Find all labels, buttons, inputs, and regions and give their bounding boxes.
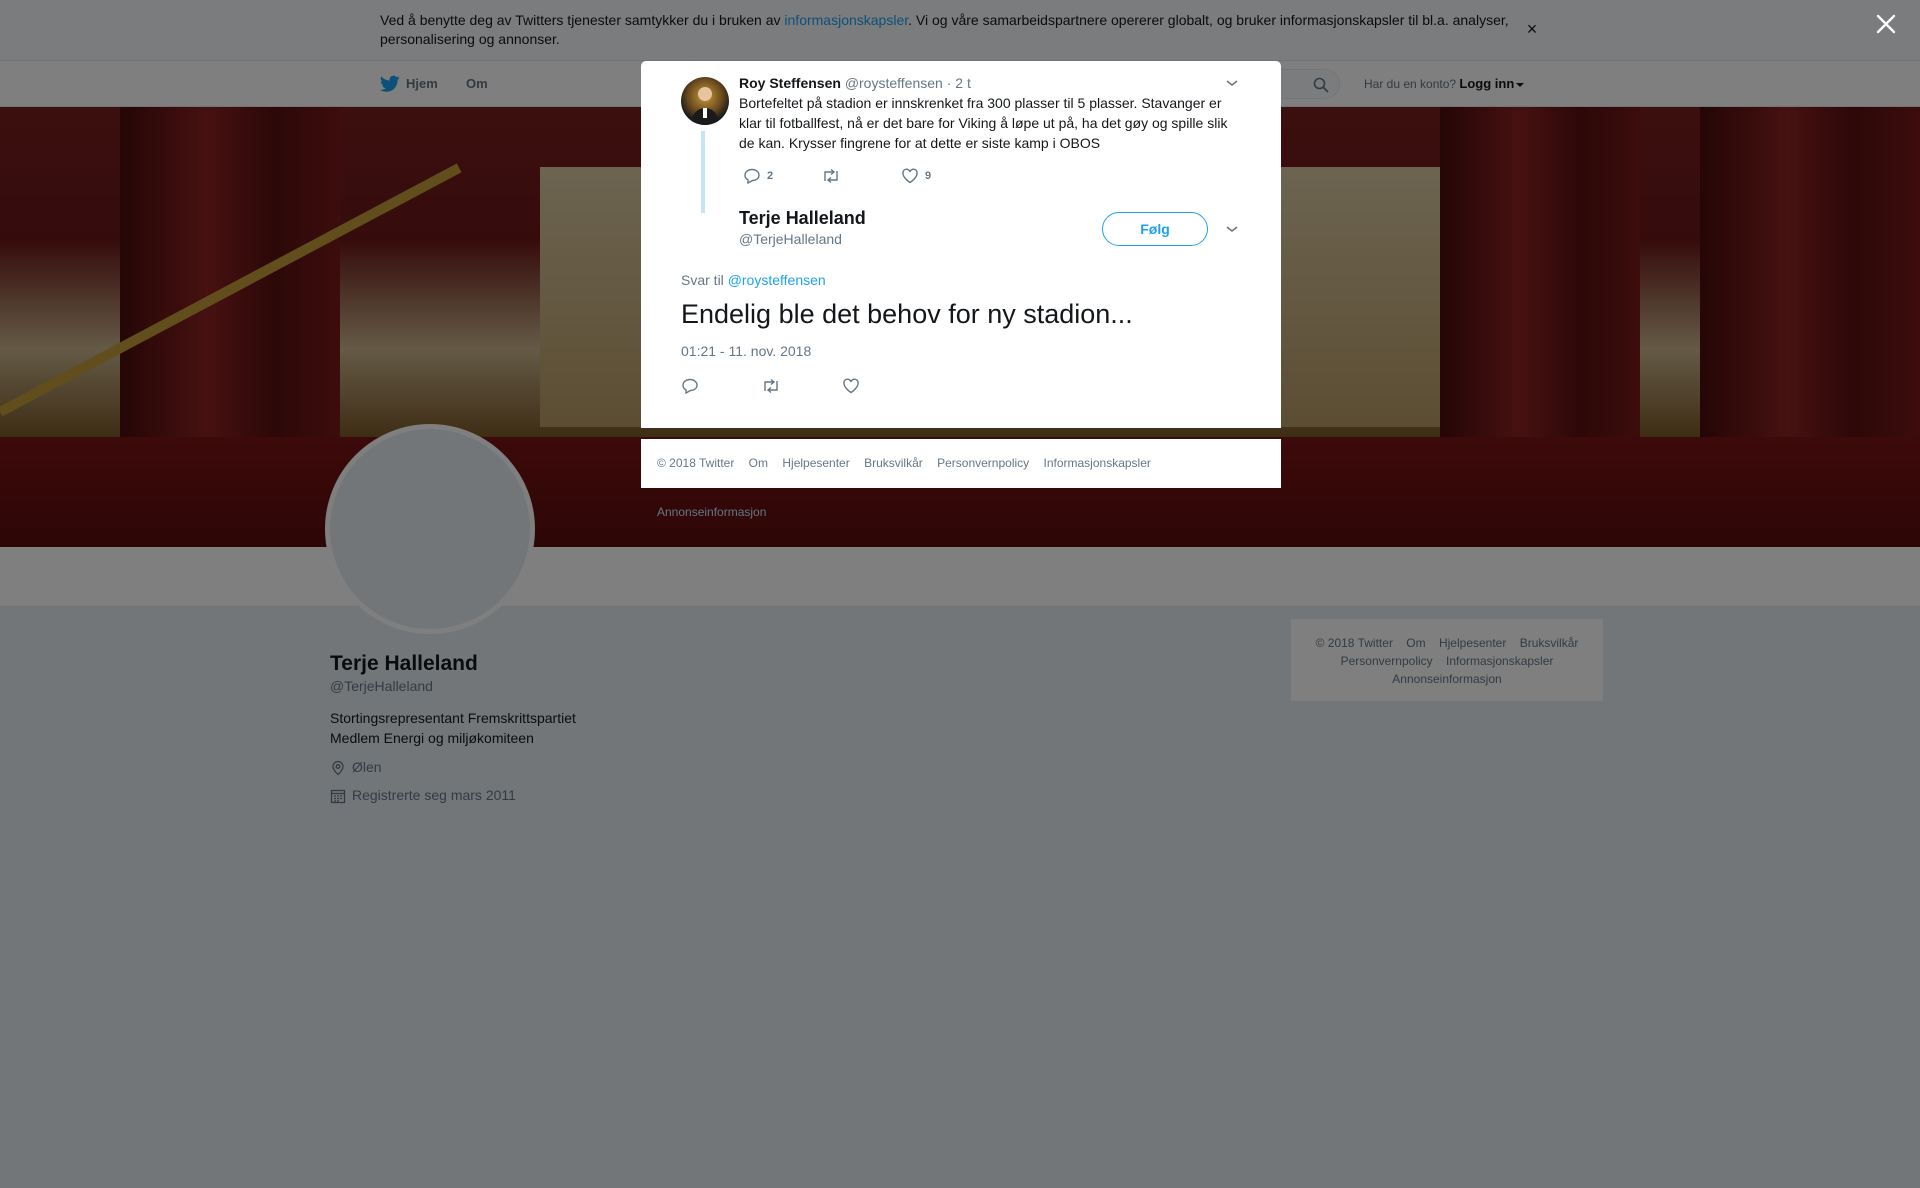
heart-icon	[843, 378, 859, 394]
parent-author-handle[interactable]: @roysteffensen	[845, 75, 943, 91]
follow-button[interactable]: Følg	[1102, 212, 1208, 246]
reply-button[interactable]	[681, 377, 699, 395]
parent-tweet-actions: 2 9	[739, 167, 1039, 187]
reply-icon	[744, 168, 760, 185]
retweet-icon	[764, 379, 778, 394]
close-icon[interactable]	[1874, 12, 1898, 36]
parent-timestamp[interactable]: 2 t	[955, 75, 971, 91]
reply-context: Svar til @roysteffensen	[681, 272, 826, 288]
footer-link[interactable]: © 2018 Twitter	[657, 456, 734, 470]
footer-link[interactable]: Personvernpolicy	[937, 456, 1029, 470]
footer-link[interactable]: Annonseinformasjon	[657, 505, 766, 519]
reply-button[interactable]: 2	[743, 167, 773, 185]
thread-line	[701, 131, 705, 213]
footer-link[interactable]: Informasjonskapsler	[1044, 456, 1151, 470]
tweet-modal: Roy Steffensen @roysteffensen · 2 t Bort…	[641, 61, 1281, 428]
like-count: 9	[925, 170, 932, 183]
reply-prefix: Svar til	[681, 272, 728, 288]
reply-icon	[682, 378, 698, 395]
reply-count: 2	[767, 170, 774, 183]
parent-author-name[interactable]: Roy Steffensen	[739, 75, 841, 91]
modal-footer: © 2018 Twitter Om Hjelpesenter Bruksvilk…	[641, 439, 1281, 519]
like-button[interactable]: 9	[901, 167, 931, 185]
heart-icon	[902, 168, 918, 184]
like-button[interactable]	[842, 377, 860, 395]
tweet-author-handle[interactable]: @TerjeHalleland	[739, 231, 842, 247]
footer-link[interactable]: Bruksvilkår	[864, 456, 923, 470]
parent-tweet-text: Bortefeltet på stadion er innskrenket fr…	[739, 95, 1228, 151]
tweet-text: Endelig ble det behov for ny stadion...	[681, 299, 1133, 329]
parent-separator: ·	[946, 75, 952, 91]
tweet-author-name[interactable]: Terje Halleland	[739, 207, 866, 229]
tweet-actions	[681, 377, 881, 397]
chevron-down-icon[interactable]	[1225, 224, 1239, 234]
footer-link[interactable]: Hjelpesenter	[782, 456, 849, 470]
avatar-portrait-icon	[691, 87, 719, 125]
retweet-icon	[824, 169, 838, 184]
reply-target-link[interactable]: @roysteffensen	[728, 272, 826, 288]
parent-tweet-header: Roy Steffensen @roysteffensen · 2 t	[739, 74, 971, 92]
parent-tweet-avatar[interactable]	[681, 77, 729, 125]
retweet-button[interactable]	[761, 377, 781, 395]
chevron-down-icon[interactable]	[1225, 78, 1239, 88]
footer-link[interactable]: Om	[749, 456, 768, 470]
retweet-button[interactable]	[821, 167, 847, 185]
tweet-timestamp[interactable]: 01:21 - 11. nov. 2018	[681, 343, 811, 359]
